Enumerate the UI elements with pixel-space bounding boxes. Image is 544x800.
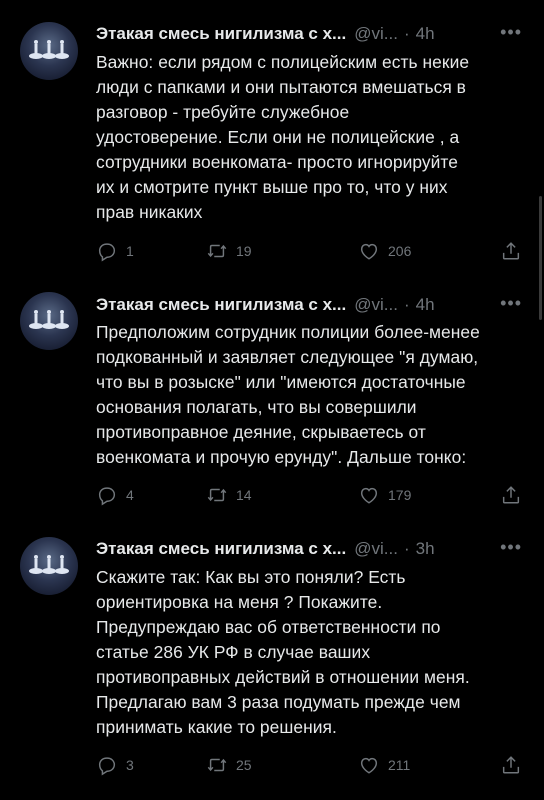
avatar[interactable] xyxy=(20,537,78,595)
tweet-header: Этакая смесь нигилизма с х... @vi... · 4… xyxy=(96,293,526,317)
tweet-text: Скажите так: Как вы это поняли? Есть ори… xyxy=(96,567,470,737)
share-button[interactable] xyxy=(500,240,522,262)
retweet-button[interactable]: 19 xyxy=(206,240,252,262)
like-button[interactable]: 206 xyxy=(358,240,411,262)
like-button[interactable]: 211 xyxy=(358,754,410,776)
tweet-text: Предположим сотрудник полиции более-мене… xyxy=(96,322,480,467)
action-bar: 3 25 211 xyxy=(96,754,522,780)
tweet[interactable]: Этакая смесь нигилизма с х... @vi... · 4… xyxy=(0,280,544,525)
avatar[interactable] xyxy=(20,292,78,350)
avatar[interactable] xyxy=(20,22,78,80)
heart-icon xyxy=(360,243,378,260)
tweet[interactable]: Этакая смесь нигилизма с х... @vi... · 4… xyxy=(0,0,544,280)
retweet-button[interactable]: 25 xyxy=(206,754,252,776)
like-count: 179 xyxy=(388,487,412,503)
separator-dot: · xyxy=(403,295,410,314)
tweet-header: Этакая смесь нигилизма с х... @vi... · 3… xyxy=(96,537,526,561)
author-name[interactable]: Этакая смесь нигилизма с х... xyxy=(96,24,346,44)
reply-count: 3 xyxy=(126,757,134,773)
retweet-count: 19 xyxy=(236,243,252,259)
author-handle[interactable]: @vi... xyxy=(354,24,398,44)
avatar-image xyxy=(29,555,69,574)
timestamp[interactable]: 4h xyxy=(416,24,435,44)
reply-count: 1 xyxy=(126,243,134,259)
retweet-icon xyxy=(207,758,227,772)
like-count: 211 xyxy=(388,757,411,773)
tweet-text: Важно: если рядом с полицейским есть нек… xyxy=(96,52,470,222)
share-icon xyxy=(502,756,520,774)
reply-button[interactable]: 4 xyxy=(96,484,134,506)
retweet-count: 25 xyxy=(236,757,252,773)
timestamp[interactable]: 4h xyxy=(416,295,435,315)
more-icon[interactable]: ••• xyxy=(500,22,522,43)
action-bar: 1 19 206 xyxy=(96,240,522,266)
timestamp[interactable]: 3h xyxy=(416,539,435,559)
retweet-count: 14 xyxy=(236,487,252,503)
tweet-header: Этакая смесь нигилизма с х... @vi... · 4… xyxy=(96,22,526,46)
share-icon xyxy=(502,242,520,260)
reply-button[interactable]: 3 xyxy=(96,754,134,776)
avatar-image xyxy=(29,310,69,329)
heart-icon xyxy=(360,757,378,774)
author-handle[interactable]: @vi... xyxy=(354,539,398,559)
tweet[interactable]: Этакая смесь нигилизма с х... @vi... · 3… xyxy=(0,525,544,800)
author-name[interactable]: Этакая смесь нигилизма с х... xyxy=(96,295,346,315)
author-handle[interactable]: @vi... xyxy=(354,295,398,315)
like-count: 206 xyxy=(388,243,412,259)
more-icon[interactable]: ••• xyxy=(500,293,522,314)
reply-icon xyxy=(98,487,116,506)
separator-dot: · xyxy=(403,24,410,43)
retweet-icon xyxy=(207,488,227,502)
avatar-image xyxy=(29,40,69,59)
heart-icon xyxy=(360,487,378,504)
retweet-icon xyxy=(207,244,227,258)
reply-button[interactable]: 1 xyxy=(96,240,134,262)
reply-count: 4 xyxy=(126,487,134,503)
more-icon[interactable]: ••• xyxy=(500,537,522,558)
action-bar: 4 14 179 xyxy=(96,484,522,510)
reply-icon xyxy=(98,757,116,776)
share-icon xyxy=(502,486,520,504)
scrollbar[interactable] xyxy=(539,196,542,320)
like-button[interactable]: 179 xyxy=(358,484,411,506)
share-button[interactable] xyxy=(500,484,522,506)
share-button[interactable] xyxy=(500,754,522,776)
author-name[interactable]: Этакая смесь нигилизма с х... xyxy=(96,539,346,559)
reply-icon xyxy=(98,243,116,262)
separator-dot: · xyxy=(403,539,410,558)
retweet-button[interactable]: 14 xyxy=(206,484,252,506)
